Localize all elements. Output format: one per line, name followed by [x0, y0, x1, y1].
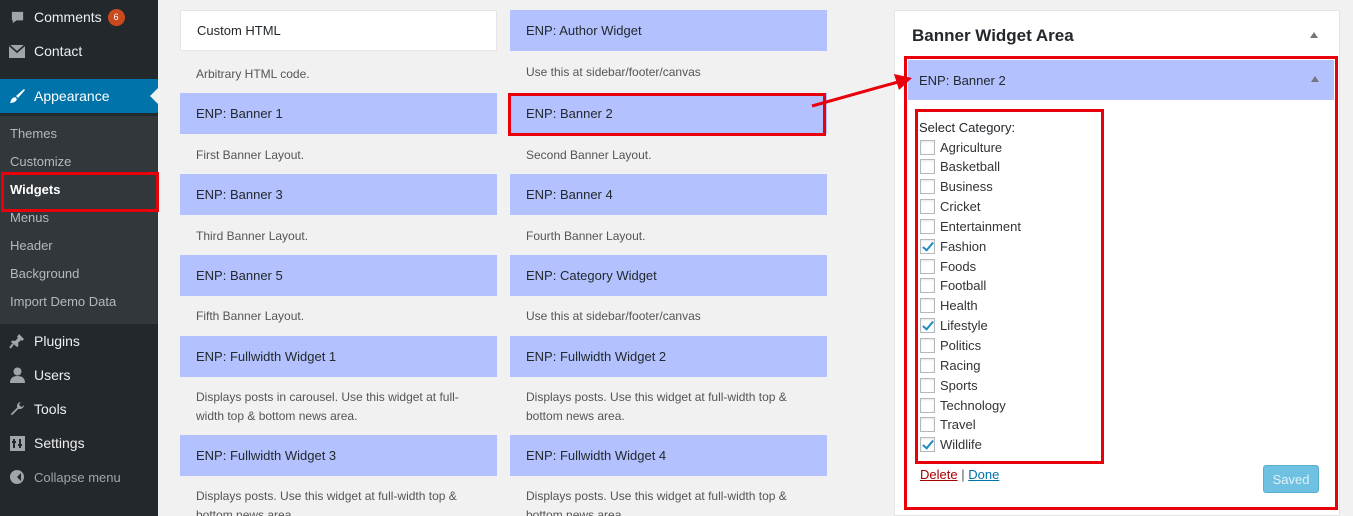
- menu-appearance[interactable]: Appearance: [0, 79, 158, 113]
- widget-description: Use this at sidebar/footer/canvas: [526, 309, 701, 323]
- widget-enp-fullwidth-1[interactable]: ENP: Fullwidth Widget 1: [180, 336, 497, 377]
- comment-bubble-icon: [8, 8, 26, 26]
- menu-users[interactable]: Users: [0, 358, 158, 392]
- settings-sliders-icon: [8, 434, 26, 452]
- menu-appearance-label: Appearance: [34, 88, 110, 104]
- menu-tools-label: Tools: [34, 401, 67, 417]
- menu-settings-label: Settings: [34, 435, 85, 451]
- widget-custom-html[interactable]: Custom HTML: [180, 10, 497, 51]
- widget-description: Displays posts. Use this widget at full-…: [196, 489, 457, 516]
- widget-enp-fullwidth-3[interactable]: ENP: Fullwidth Widget 3: [180, 435, 497, 476]
- plug-icon: [8, 332, 26, 350]
- widget-area-title[interactable]: Banner Widget Area: [912, 26, 1074, 46]
- submenu-background[interactable]: Background: [10, 264, 79, 284]
- menu-comments-label: Comments: [34, 9, 102, 25]
- collapse-arrow-icon: [8, 468, 26, 486]
- menu-plugins[interactable]: Plugins: [0, 324, 158, 358]
- submenu-customize[interactable]: Customize: [10, 152, 71, 172]
- widget-description: Third Banner Layout.: [196, 229, 309, 243]
- widget-enp-author[interactable]: ENP: Author Widget: [510, 10, 827, 51]
- submenu-header[interactable]: Header: [10, 236, 53, 256]
- menu-contact-label: Contact: [34, 43, 83, 59]
- widget-enp-fullwidth-2[interactable]: ENP: Fullwidth Widget 2: [510, 336, 827, 377]
- widget-description: Displays posts. Use this widget at full-…: [526, 390, 787, 423]
- collapse-area-toggle-icon[interactable]: [1310, 32, 1318, 38]
- menu-tools[interactable]: Tools: [0, 392, 158, 426]
- menu-contact[interactable]: Contact: [0, 34, 158, 68]
- annotation-box-banner-2: [508, 93, 826, 136]
- comments-count-badge: 6: [107, 8, 125, 26]
- widget-description: Fifth Banner Layout.: [196, 309, 305, 323]
- widget-description: Use this at sidebar/footer/canvas: [526, 65, 701, 79]
- widget-enp-banner-3[interactable]: ENP: Banner 3: [180, 174, 497, 215]
- widget-enp-fullwidth-4[interactable]: ENP: Fullwidth Widget 4: [510, 435, 827, 476]
- widget-description: Fourth Banner Layout.: [526, 229, 646, 243]
- widget-description: First Banner Layout.: [196, 148, 305, 162]
- menu-comments[interactable]: Comments 6: [0, 0, 158, 34]
- wrench-icon: [8, 400, 26, 418]
- menu-plugins-label: Plugins: [34, 333, 80, 349]
- user-icon: [8, 366, 26, 384]
- paintbrush-icon: [8, 87, 26, 105]
- widget-description: Displays posts. Use this widget at full-…: [526, 489, 787, 516]
- widget-enp-banner-1[interactable]: ENP: Banner 1: [180, 93, 497, 134]
- widget-description: Arbitrary HTML code.: [196, 67, 310, 81]
- submenu-import-demo-data[interactable]: Import Demo Data: [10, 292, 116, 312]
- submenu-themes[interactable]: Themes: [10, 124, 57, 144]
- widget-enp-banner-5[interactable]: ENP: Banner 5: [180, 255, 497, 296]
- appearance-submenu: Themes Customize Widgets Menus Header Ba…: [0, 116, 158, 324]
- widget-enp-banner-4[interactable]: ENP: Banner 4: [510, 174, 827, 215]
- widget-enp-category[interactable]: ENP: Category Widget: [510, 255, 827, 296]
- collapse-menu-button[interactable]: Collapse menu: [0, 460, 158, 494]
- admin-sidebar: Comments 6 Contact Appearance Themes Cus…: [0, 0, 158, 516]
- widget-description: Displays posts in carousel. Use this wid…: [196, 390, 459, 423]
- envelope-icon: [8, 42, 26, 60]
- menu-users-label: Users: [34, 367, 71, 383]
- menu-settings[interactable]: Settings: [0, 426, 158, 460]
- annotation-box-widgets: [1, 172, 159, 212]
- widget-description: Second Banner Layout.: [526, 148, 652, 162]
- annotation-box-categories: [915, 109, 1104, 464]
- collapse-menu-label: Collapse menu: [34, 469, 121, 485]
